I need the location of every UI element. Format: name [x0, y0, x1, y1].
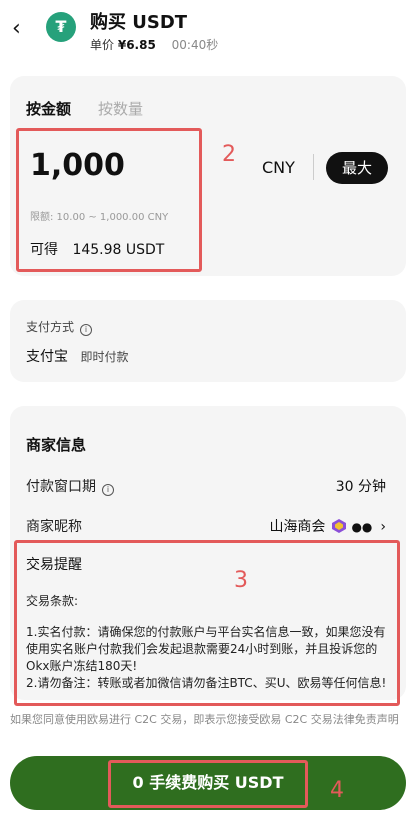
payment-method-name: 支付宝	[26, 349, 68, 365]
payment-method-value: 支付宝 即时付款	[26, 346, 128, 366]
usdt-coin-icon: ₮	[46, 12, 76, 42]
payment-method-card[interactable]: 支付方式 i 支付宝 即时付款	[10, 300, 406, 382]
annotation-number-3: 3	[234, 568, 248, 593]
payment-window-label: 付款窗口期	[26, 479, 96, 495]
payment-window-value: 30 分钟	[335, 479, 386, 495]
divider	[313, 154, 314, 180]
info-icon[interactable]: i	[102, 484, 114, 496]
payment-window-label-row: 付款窗口期 i	[26, 476, 114, 496]
merchant-nickname-row[interactable]: 山海商会 ●● ›	[269, 516, 386, 536]
currency-label: CNY	[262, 158, 295, 177]
tab-by-quantity[interactable]: 按数量	[98, 98, 143, 119]
annotation-box-4	[108, 760, 308, 808]
merchant-nickname-label: 商家昵称	[26, 519, 82, 535]
payment-method-label: 支付方式	[26, 320, 75, 334]
price-line: 单价 ¥6.85 00:40秒	[90, 36, 218, 53]
payment-method-label-row: 支付方式 i	[26, 318, 93, 336]
merchant-title: 商家信息	[26, 436, 87, 454]
chevron-right-icon: ›	[380, 519, 386, 535]
max-button[interactable]: 最大	[326, 152, 388, 184]
tab-by-amount[interactable]: 按金额	[26, 98, 71, 119]
back-arrow-icon[interactable]: ‹	[12, 16, 34, 42]
unit-price: ¥6.85	[117, 38, 156, 52]
payment-speed: 即时付款	[80, 350, 129, 364]
annotation-box-2	[16, 128, 202, 272]
annotation-box-3	[14, 540, 400, 706]
gem-badge-icon	[332, 519, 347, 533]
annotation-number-2: 2	[222, 142, 236, 167]
price-label: 单价	[90, 38, 115, 52]
merchant-nickname: 山海商会	[269, 519, 326, 535]
page-title: 购买 USDT	[90, 12, 188, 33]
annotation-number-4: 4	[330, 778, 344, 803]
info-icon[interactable]: i	[80, 324, 93, 336]
people-badge-icon: ●●	[351, 520, 373, 534]
legal-disclaimer[interactable]: 如果您同意使用欧易进行 C2C 交易，即表示您接受欧易 C2C 交易法律免责声明	[10, 712, 410, 728]
header: ‹ ₮ 购买 USDT 单价 ¥6.85 00:40秒	[0, 0, 418, 64]
countdown-timer: 00:40秒	[171, 38, 219, 52]
